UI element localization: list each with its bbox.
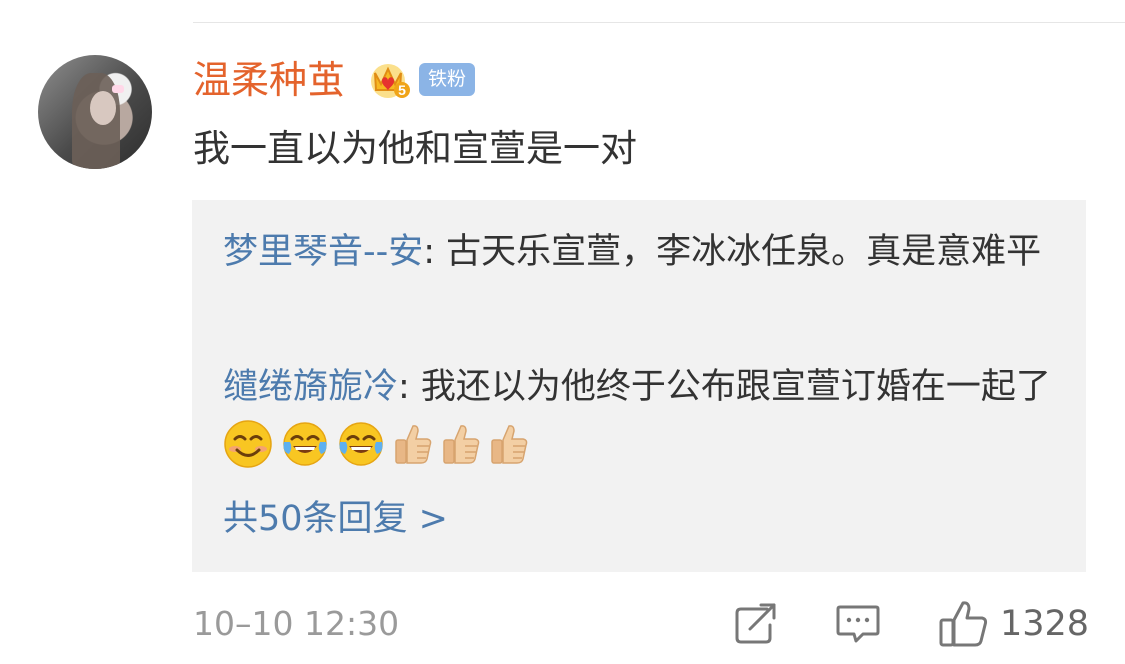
like-count: 1328 xyxy=(1000,604,1090,644)
share-icon xyxy=(735,603,776,644)
like-button[interactable]: 1328 xyxy=(938,600,1098,648)
svg-text:5: 5 xyxy=(398,82,406,98)
more-replies-link[interactable]: 共50条回复 > xyxy=(223,494,448,544)
reply-box[interactable]: 梦里琴音--安: 古天乐宣萱，李冰冰任泉。真是意难平 缱绻旖旎冷: 我还以为他终… xyxy=(192,200,1086,572)
share-button[interactable] xyxy=(733,600,779,648)
comment-icon xyxy=(836,605,880,643)
reply-item[interactable]: 缱绻旖旎冷: 我还以为他终于公布跟宣萱订婚在一起了 xyxy=(223,355,1053,490)
avatar[interactable] xyxy=(38,55,152,169)
top-divider xyxy=(193,22,1125,23)
fan-badge: 铁粉 xyxy=(419,63,475,96)
crown-level-5-icon[interactable]: 5 xyxy=(368,60,412,100)
thumbs-up-outline-icon xyxy=(939,601,988,647)
timestamp: 10–10 12:30 xyxy=(193,604,400,643)
reply-text: : 我还以为他终于公布跟宣萱订婚在一起了 xyxy=(398,367,1051,407)
thumbs-up-icon xyxy=(441,422,481,487)
reply-text: : 古天乐宣萱，李冰冰任泉。真是意难平 xyxy=(423,232,1042,272)
thumbs-up-icon xyxy=(393,422,433,487)
reply-author[interactable]: 梦里琴音--安 xyxy=(223,232,423,272)
avatar-hairclip xyxy=(112,85,124,93)
joy-face-icon xyxy=(337,420,385,489)
comment-button[interactable] xyxy=(835,600,881,648)
avatar-face xyxy=(90,91,116,125)
reply-author[interactable]: 缱绻旖旎冷 xyxy=(223,367,398,407)
joy-face-icon xyxy=(281,420,329,489)
username[interactable]: 温柔种茧 xyxy=(193,57,345,103)
comment-text: 我一直以为他和宣萱是一对 xyxy=(193,127,637,170)
smiling-face-icon xyxy=(223,419,273,490)
reply-item[interactable]: 梦里琴音--安: 古天乐宣萱，李冰冰任泉。真是意难平 xyxy=(223,220,1053,284)
thumbs-up-icon xyxy=(489,422,529,487)
